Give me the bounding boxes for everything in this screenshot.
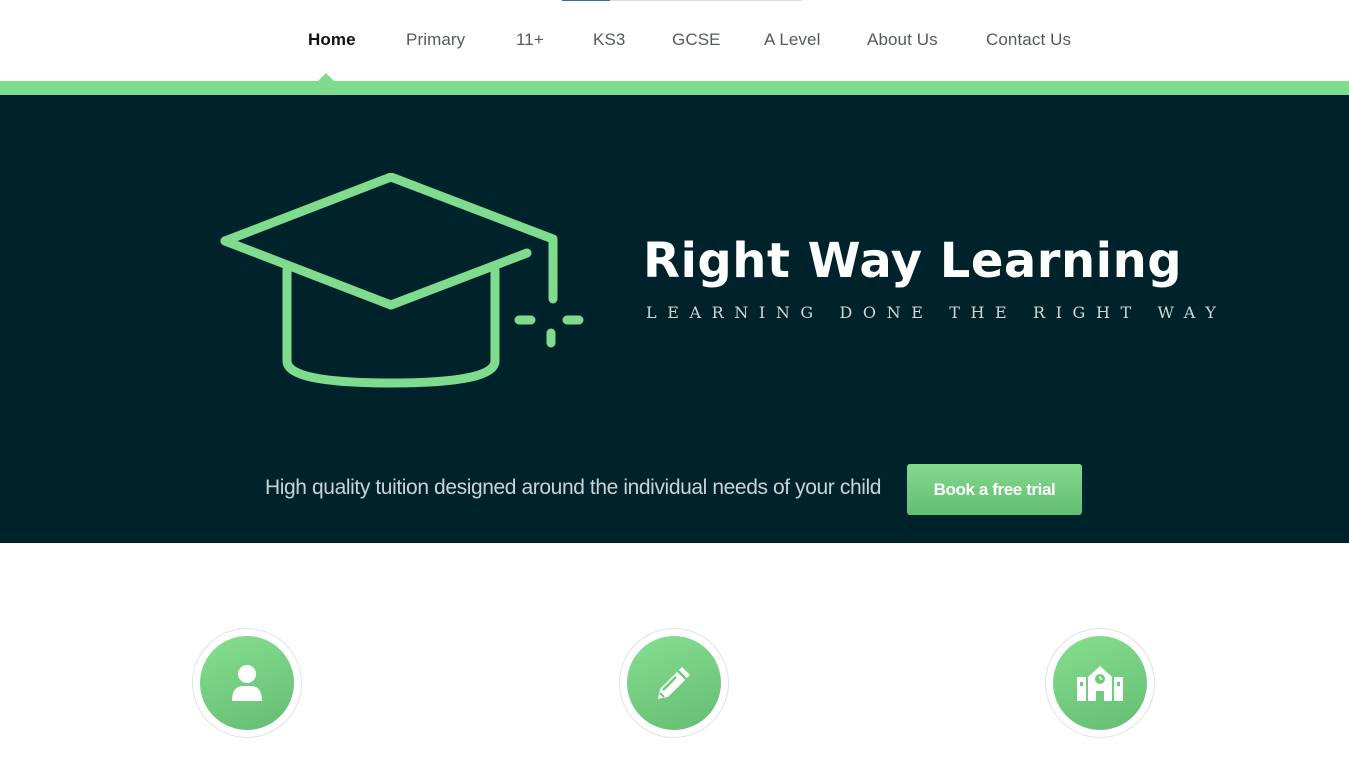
feature-circle-school: [1045, 628, 1155, 738]
nav-item-ks3[interactable]: KS3: [593, 30, 625, 50]
school-icon: [1077, 666, 1123, 701]
nav-item-gcse[interactable]: GCSE: [672, 30, 721, 50]
hero-section: Right Way Learning LEARNING DONE THE RIG…: [0, 95, 1349, 543]
page-load-progress: [562, 0, 802, 1]
top-navigation-bar: Home Primary 11+ KS3 GCSE A Level About …: [0, 0, 1349, 81]
brand-tagline: LEARNING DONE THE RIGHT WAY: [646, 303, 1227, 322]
brand-title: Right Way Learning: [643, 233, 1183, 289]
nav-item-home[interactable]: Home: [308, 30, 356, 50]
hero-description: High quality tuition designed around the…: [265, 476, 882, 499]
user-icon: [232, 665, 262, 701]
feature-circle-tutoring: [192, 628, 302, 738]
feature-circle-learning: [619, 628, 729, 738]
active-nav-indicator: [318, 73, 334, 81]
nav-item-11-plus[interactable]: 11+: [516, 30, 544, 50]
nav-item-a-level[interactable]: A Level: [764, 30, 820, 50]
nav-item-primary[interactable]: Primary: [406, 30, 465, 50]
page-load-progress-fill: [562, 0, 610, 1]
nav-item-contact-us[interactable]: Contact Us: [986, 30, 1071, 50]
main-nav: Home Primary 11+ KS3 GCSE A Level About …: [0, 30, 1349, 54]
book-free-trial-button[interactable]: Book a free trial: [907, 464, 1082, 515]
nav-item-about-us[interactable]: About Us: [867, 30, 938, 50]
accent-strip: [0, 81, 1349, 95]
pencil-icon: [658, 667, 690, 699]
graduation-cap-icon: [220, 173, 584, 388]
